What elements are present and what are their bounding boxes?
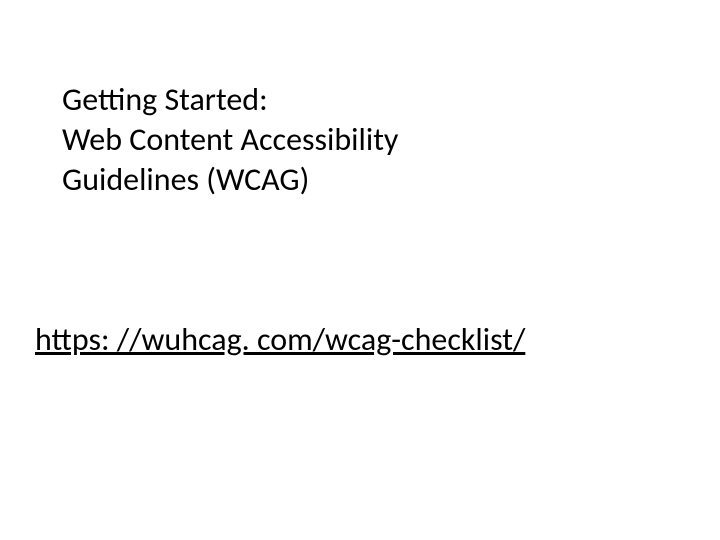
title-line-2: Web Content Accessibility: [62, 120, 398, 160]
link-container: https: //wuhcag. com/wcag-checklist/: [35, 320, 525, 359]
title-line-3: Guidelines (WCAG): [62, 160, 398, 200]
title-line-1: Getting Started:: [62, 80, 398, 120]
wcag-checklist-link[interactable]: https: //wuhcag. com/wcag-checklist/: [35, 320, 525, 359]
slide-title: Getting Started: Web Content Accessibili…: [62, 80, 398, 200]
